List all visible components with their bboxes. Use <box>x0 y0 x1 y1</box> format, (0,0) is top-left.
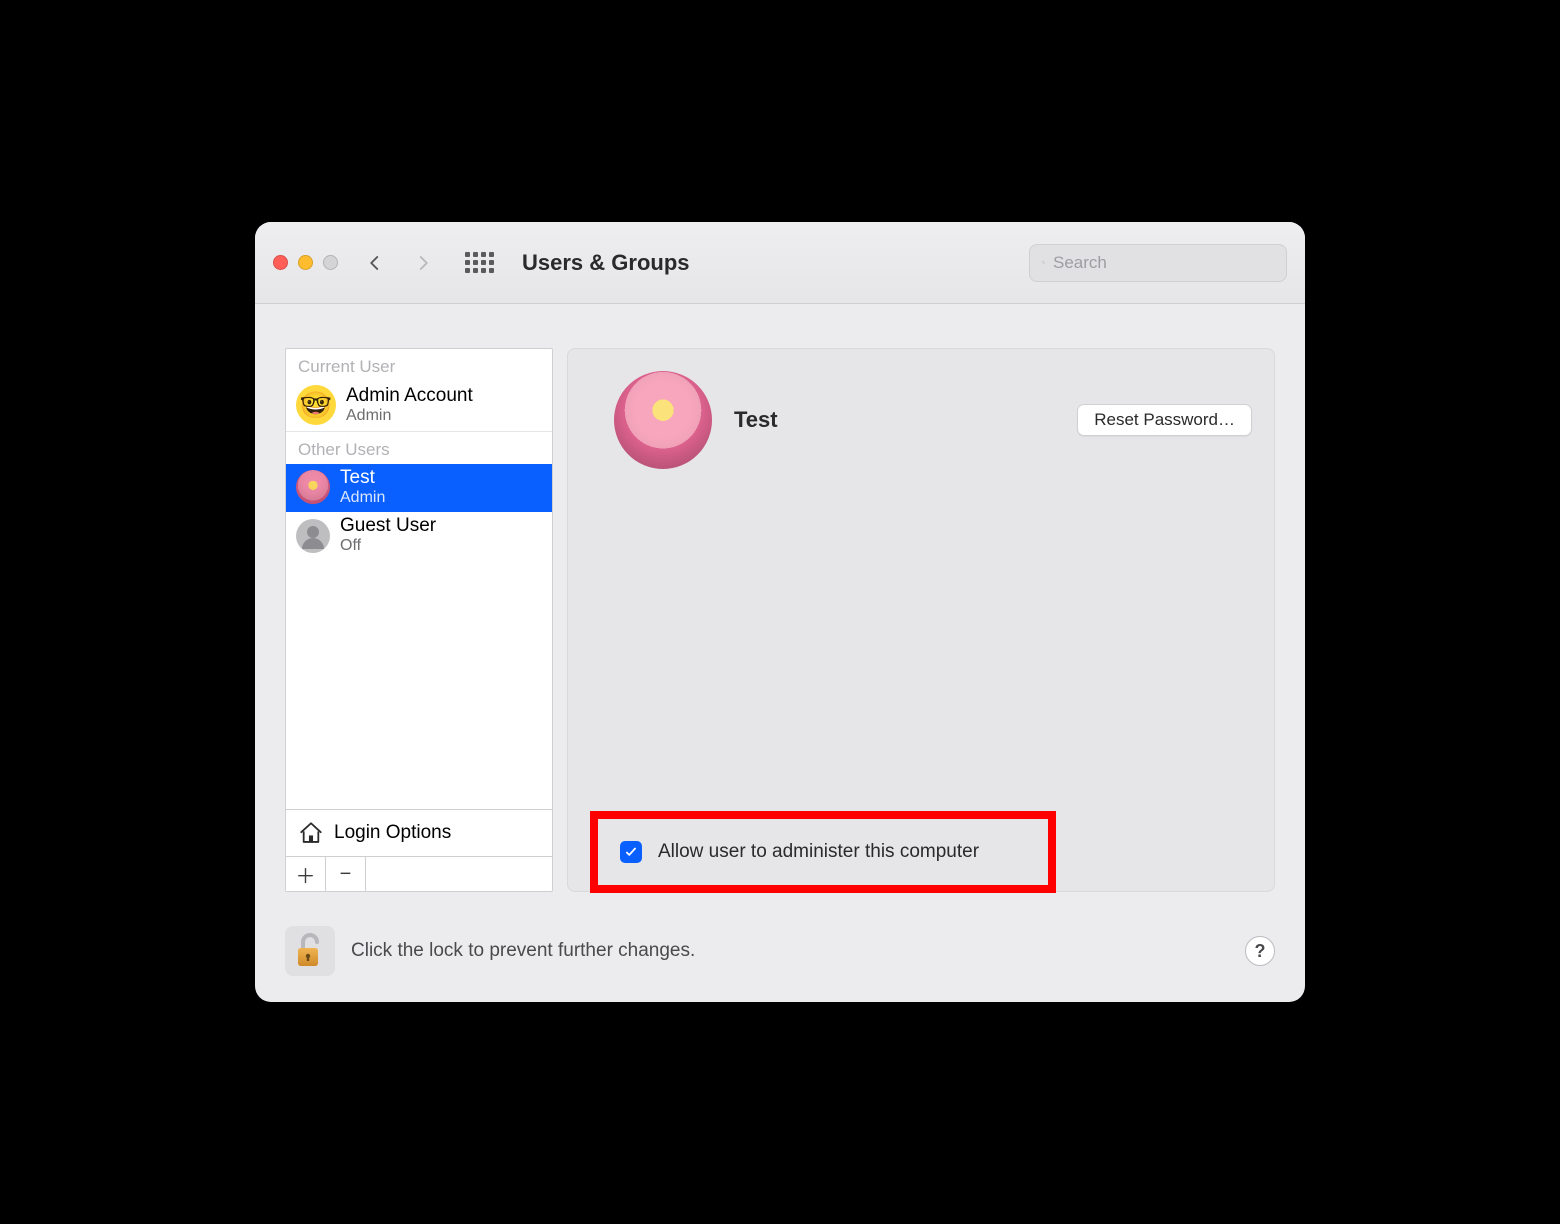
grid-icon <box>465 252 494 273</box>
minimize-window-button[interactable] <box>298 255 313 270</box>
search-icon <box>1042 254 1045 271</box>
window-title: Users & Groups <box>522 250 690 276</box>
house-icon <box>298 820 324 846</box>
lock-hint-text: Click the lock to prevent further change… <box>351 940 695 962</box>
unlocked-padlock-icon <box>294 931 326 971</box>
footer-bar: Click the lock to prevent further change… <box>255 906 1305 1002</box>
user-row-guest[interactable]: Guest User Off <box>286 512 552 560</box>
help-button[interactable]: ? <box>1245 936 1275 966</box>
back-button[interactable] <box>358 246 392 280</box>
chevron-right-icon <box>414 254 432 272</box>
other-users-section-label: Other Users <box>286 432 552 464</box>
user-name-label: Test <box>340 468 385 489</box>
detail-username-label: Test <box>734 407 778 433</box>
user-avatar-large[interactable] <box>614 371 712 469</box>
remove-user-button[interactable]: − <box>326 857 366 891</box>
plus-icon: ＋ <box>296 860 316 889</box>
login-options-row[interactable]: Login Options <box>286 809 552 856</box>
lock-button[interactable] <box>285 926 335 976</box>
search-input[interactable] <box>1053 253 1274 273</box>
highlighted-admin-option: Allow user to administer this computer <box>590 811 1056 893</box>
user-row-test[interactable]: Test Admin <box>286 464 552 512</box>
close-window-button[interactable] <box>273 255 288 270</box>
chevron-left-icon <box>366 254 384 272</box>
user-role-label: Off <box>340 537 436 555</box>
reset-password-button[interactable]: Reset Password… <box>1077 404 1252 436</box>
user-role-label: Admin <box>346 407 473 425</box>
nerd-face-emoji-icon: 🤓 <box>296 385 336 425</box>
question-mark-icon: ? <box>1255 941 1266 962</box>
window-controls <box>273 255 338 270</box>
minus-icon: − <box>340 863 352 886</box>
forward-button[interactable] <box>406 246 440 280</box>
toolbar: Users & Groups <box>255 222 1305 304</box>
user-list-sidebar: Current User 🤓 Admin Account Admin Other… <box>285 348 553 892</box>
admin-checkbox-label: Allow user to administer this computer <box>658 841 979 863</box>
admin-checkbox[interactable] <box>620 841 642 863</box>
system-preferences-window: Users & Groups Current User 🤓 Admin Acco… <box>255 222 1305 1002</box>
add-user-button[interactable]: ＋ <box>286 857 326 891</box>
content-area: Current User 🤓 Admin Account Admin Other… <box>255 304 1305 906</box>
user-detail-panel: Test Reset Password… Allow user to admin… <box>567 348 1275 892</box>
checkmark-icon <box>624 845 638 859</box>
user-name-label: Guest User <box>340 516 436 537</box>
current-user-row[interactable]: 🤓 Admin Account Admin <box>286 381 552 431</box>
search-field[interactable] <box>1029 244 1287 282</box>
flower-avatar-icon <box>296 470 330 504</box>
user-role-label: Admin <box>340 489 385 507</box>
zoom-window-button[interactable] <box>323 255 338 270</box>
user-name-label: Admin Account <box>346 386 473 407</box>
current-user-section-label: Current User <box>286 349 552 381</box>
login-options-label: Login Options <box>334 822 451 844</box>
show-all-button[interactable] <box>462 246 496 280</box>
generic-person-avatar-icon <box>296 519 330 553</box>
add-remove-bar: ＋ − <box>286 856 552 891</box>
